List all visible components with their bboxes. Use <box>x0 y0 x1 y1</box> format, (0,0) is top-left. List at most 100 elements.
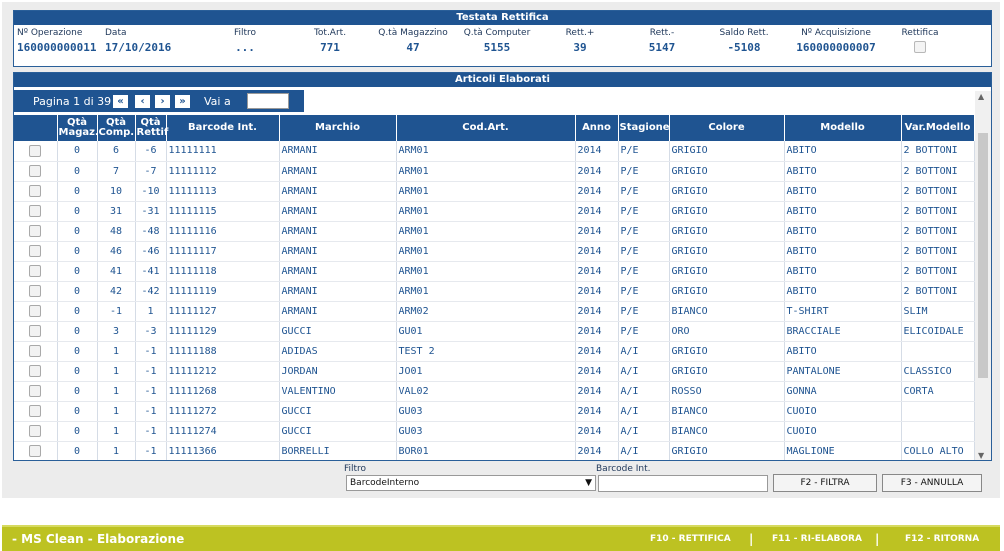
row-checkbox[interactable] <box>29 265 42 277</box>
adjustment-checkbox[interactable] <box>914 41 926 53</box>
row-checkbox[interactable] <box>29 144 42 157</box>
col-header-barcode[interactable]: Barcode Int. <box>166 115 280 141</box>
field-acquisition-number: Nº Acquisizione 160000000007 <box>792 28 880 54</box>
table-row[interactable]: 0 1 -1 11111268 VALENTINO VAL02 2014 A/I ROSSO GO… <box>14 381 975 402</box>
next-page-button[interactable]: › <box>154 94 171 109</box>
col-header-brand[interactable]: Marchio <box>279 115 397 141</box>
cell-qty-warehouse: 0 <box>57 361 98 382</box>
rettifica-action[interactable]: F10 - RETTIFICA <box>650 534 731 544</box>
cell-color: BIANCO <box>669 301 785 322</box>
row-checkbox[interactable] <box>29 305 42 317</box>
field-label: Data <box>105 28 127 38</box>
row-checkbox[interactable] <box>29 405 42 417</box>
row-checkbox[interactable] <box>29 205 42 217</box>
table-row[interactable]: 0 48 -48 11111116 ARMANI ARM01 2014 P/E GRIGIO AB… <box>14 221 975 242</box>
ritorna-action[interactable]: F12 - RITORNA <box>905 534 979 544</box>
table-row[interactable]: 0 6 -6 11111111 ARMANI ARM01 2014 P/E GRIGIO ABIT… <box>14 141 975 162</box>
cell-qty-warehouse: 0 <box>57 201 98 222</box>
last-page-button[interactable]: » <box>174 94 191 109</box>
table-row[interactable]: 0 46 -46 11111117 ARMANI ARM01 2014 P/E GRIGIO AB… <box>14 241 975 262</box>
first-page-button[interactable]: « <box>112 94 129 109</box>
cell-brand: ARMANI <box>279 141 397 162</box>
cell-model-variant: ELICOIDALE <box>901 321 975 342</box>
cell-qty-warehouse: 0 <box>57 301 98 322</box>
row-checkbox[interactable] <box>29 365 42 377</box>
barcode-input[interactable] <box>598 475 768 492</box>
table-scrollbar[interactable]: ▲ ▼ <box>975 91 991 460</box>
cell-qty-computer: 1 <box>97 361 136 382</box>
cell-model: CUOIO <box>784 401 902 422</box>
cell-article-code: BOR01 <box>396 441 576 460</box>
cell-article-code: JO01 <box>396 361 576 382</box>
field-label: Nº Operazione <box>17 28 83 38</box>
field-adjust-minus: Rett.- 5147 <box>642 28 682 54</box>
col-header-model-variant[interactable]: Var.Modello <box>901 115 975 141</box>
cell-qty-adjust: -10 <box>135 181 167 202</box>
cell-article-code: ARM01 <box>396 241 576 262</box>
header-panel-title: Testata Rettifica <box>14 11 991 25</box>
prev-page-button[interactable]: ‹ <box>134 94 151 109</box>
scroll-up-icon[interactable]: ▲ <box>978 92 984 101</box>
col-header-qty-computer[interactable]: Qtà Comp. <box>97 115 136 141</box>
cell-brand: ARMANI <box>279 281 397 302</box>
table-row[interactable]: 0 1 -1 11111212 JORDAN JO01 2014 A/I GRIGIO PANTA… <box>14 361 975 382</box>
goto-page-label: Vai a <box>204 95 231 108</box>
table-row[interactable]: 0 1 -1 11111188 ADIDAS TEST 2 2014 A/I GRIGIO ABI… <box>14 341 975 362</box>
cell-barcode: 11111115 <box>166 201 280 222</box>
field-value: 5147 <box>648 41 676 54</box>
separator: | <box>749 532 754 546</box>
table-row[interactable]: 0 7 -7 11111112 ARMANI ARM01 2014 P/E GRIGIO ABIT… <box>14 161 975 182</box>
cell-qty-computer: 7 <box>97 161 136 182</box>
filter-button[interactable]: F2 - FILTRA <box>773 474 877 492</box>
row-checkbox[interactable] <box>29 325 42 337</box>
col-header-year[interactable]: Anno <box>575 115 619 141</box>
cell-year: 2014 <box>575 421 619 442</box>
row-checkbox[interactable] <box>29 285 42 297</box>
cell-season: A/I <box>618 361 670 382</box>
cell-article-code: ARM02 <box>396 301 576 322</box>
row-checkbox[interactable] <box>29 245 42 257</box>
row-checkbox[interactable] <box>29 425 42 437</box>
cell-qty-computer: 1 <box>97 401 136 422</box>
cell-select <box>14 201 58 222</box>
table-row[interactable]: 0 31 -31 11111115 ARMANI ARM01 2014 P/E GRIGIO AB… <box>14 201 975 222</box>
field-value: 160000000007 <box>796 41 876 54</box>
scrollbar-thumb[interactable] <box>978 133 988 378</box>
row-checkbox[interactable] <box>29 445 42 457</box>
table-row[interactable]: 0 42 -42 11111119 ARMANI ARM01 2014 P/E GRIGIO AB… <box>14 281 975 302</box>
scroll-down-icon[interactable]: ▼ <box>978 451 984 460</box>
table-row[interactable]: 0 1 -1 11111274 GUCCI GU03 2014 A/I BIANCO CUOIO <box>14 421 975 442</box>
table-row[interactable]: 0 3 -3 11111129 GUCCI GU01 2014 P/E ORO BRACCIALE… <box>14 321 975 342</box>
row-checkbox[interactable] <box>29 185 42 197</box>
table-row[interactable]: 0 10 -10 11111113 ARMANI ARM01 2014 P/E GRIGIO AB… <box>14 181 975 202</box>
table-row[interactable]: 0 41 -41 11111118 ARMANI ARM01 2014 P/E GRIGIO AB… <box>14 261 975 282</box>
table-row[interactable]: 0 -1 1 11111127 ARMANI ARM02 2014 P/E BIANCO T-SH… <box>14 301 975 322</box>
cell-select <box>14 361 58 382</box>
row-checkbox[interactable] <box>29 345 42 357</box>
col-header-color[interactable]: Colore <box>669 115 785 141</box>
cell-model-variant: 2 BOTTONI <box>901 261 975 282</box>
col-header-season[interactable]: Stagione <box>618 115 670 141</box>
col-header-article-code[interactable]: Cod.Art. <box>396 115 576 141</box>
cancel-button[interactable]: F3 - ANNULLA <box>882 474 982 492</box>
goto-page-input[interactable] <box>247 93 289 109</box>
row-checkbox[interactable] <box>29 385 42 397</box>
cell-barcode: 11111112 <box>166 161 280 182</box>
cell-model: ABITO <box>784 241 902 262</box>
cell-model: PANTALONE <box>784 361 902 382</box>
cell-barcode: 11111274 <box>166 421 280 442</box>
rielabora-action[interactable]: F11 - RI-ELABORA <box>772 534 862 544</box>
table-row[interactable]: 0 1 -1 11111272 GUCCI GU03 2014 A/I BIANCO CUOIO <box>14 401 975 422</box>
row-checkbox[interactable] <box>29 225 42 237</box>
col-header-qty-warehouse[interactable]: Qtà Magaz. <box>57 115 99 141</box>
cell-article-code: ARM01 <box>396 221 576 242</box>
filter-select[interactable]: BarcodeInterno ▼ <box>346 475 596 491</box>
col-header-model[interactable]: Modello <box>784 115 902 141</box>
col-header-qty-adjust[interactable]: Qtà Rettif <box>135 115 168 141</box>
table-row[interactable]: 0 1 -1 11111366 BORRELLI BOR01 2014 A/I GRIGIO MA… <box>14 441 975 460</box>
table-header-row: Qtà Magaz. Qtà Comp. Qtà Rettif Barcode … <box>14 115 975 141</box>
cell-model: ABITO <box>784 201 902 222</box>
cell-color: ORO <box>669 321 785 342</box>
cell-brand: ARMANI <box>279 301 397 322</box>
row-checkbox[interactable] <box>29 165 42 177</box>
